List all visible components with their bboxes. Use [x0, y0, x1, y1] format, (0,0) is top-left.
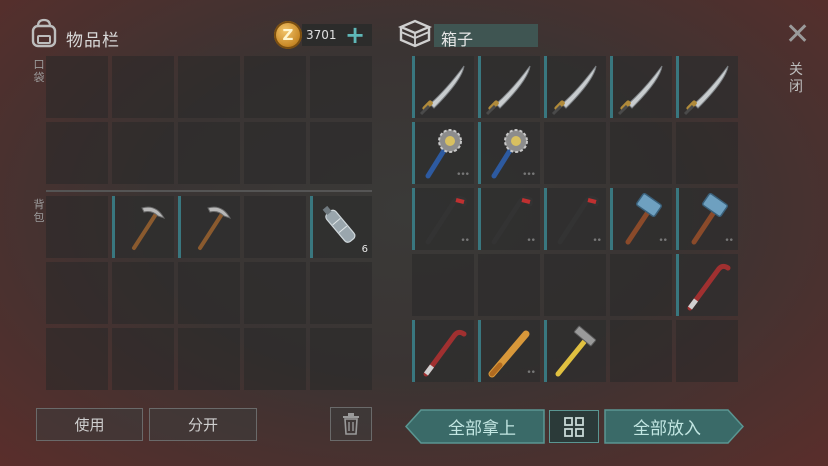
box-slot[interactable]: •• [412, 188, 474, 250]
backpack-slot[interactable] [46, 328, 108, 390]
durability-dots: ••• [522, 170, 536, 180]
backpack-slot[interactable]: 6 [310, 196, 372, 258]
split-button[interactable]: 分开 [149, 408, 257, 441]
box-slot[interactable] [610, 254, 672, 316]
box-slot[interactable]: •• [478, 188, 540, 250]
close-icon[interactable]: ✕ [785, 20, 810, 50]
durability-dots: •• [460, 236, 470, 246]
box-slot[interactable] [478, 254, 540, 316]
box-slot[interactable] [412, 320, 474, 382]
box-slot[interactable] [412, 254, 474, 316]
pickaxe-icon [198, 206, 232, 250]
box-slot[interactable]: •• [478, 320, 540, 382]
backpack-grid: 6 [46, 196, 372, 390]
backpack-slot[interactable] [46, 262, 108, 324]
box-slot[interactable] [676, 254, 738, 316]
backpack-icon [31, 18, 57, 48]
backpack-slot[interactable] [244, 196, 306, 258]
take-all-button[interactable]: 全部拿上 [420, 409, 544, 444]
box-slot[interactable] [676, 320, 738, 382]
box-slot[interactable]: ••• [478, 122, 540, 184]
backpack-slot[interactable] [310, 328, 372, 390]
box-slot[interactable]: ••• [412, 122, 474, 184]
coin-icon: Z [274, 21, 302, 49]
pocket-slot[interactable] [46, 122, 108, 184]
backpack-slot[interactable] [112, 196, 174, 258]
box-slot[interactable] [544, 320, 606, 382]
pocket-label: 口袋 [33, 58, 45, 84]
pocket-slot[interactable] [112, 122, 174, 184]
close-label[interactable]: 关闭 [788, 62, 804, 96]
pocket-grid [46, 56, 372, 184]
machete-icon [617, 65, 663, 116]
backpack-slot[interactable] [178, 262, 240, 324]
pocket-slot[interactable] [310, 122, 372, 184]
pocket-slot[interactable] [46, 56, 108, 118]
machete-icon [419, 65, 465, 116]
durability-dots: •• [526, 368, 536, 378]
box-slot[interactable] [676, 56, 738, 118]
durability-dots: •• [592, 236, 602, 246]
box-slot[interactable] [676, 122, 738, 184]
backpack-slot[interactable] [244, 328, 306, 390]
pocket-slot[interactable] [244, 122, 306, 184]
box-icon [398, 19, 432, 48]
grid-icon [564, 416, 584, 437]
box-slot[interactable] [478, 56, 540, 118]
use-button[interactable]: 使用 [36, 408, 143, 441]
machete-icon [551, 65, 597, 116]
pickaxe-icon [132, 206, 166, 250]
hammer-icon [555, 325, 597, 377]
box-slot[interactable] [544, 254, 606, 316]
machete-icon [485, 65, 531, 116]
backpack-slot[interactable] [112, 328, 174, 390]
put-all-button[interactable]: 全部放入 [605, 409, 729, 444]
pocket-slot[interactable] [244, 56, 306, 118]
durability-dots: •• [658, 236, 668, 246]
trash-button[interactable] [330, 407, 372, 441]
box-title: 箱子 [441, 30, 474, 49]
red-crowbar-icon [687, 263, 731, 311]
backpack-slot[interactable] [46, 196, 108, 258]
durability-dots: ••• [456, 170, 470, 180]
box-slot[interactable]: •• [544, 188, 606, 250]
backpack-slot[interactable] [310, 262, 372, 324]
add-coins-button[interactable]: + [345, 21, 365, 49]
box-slot[interactable]: •• [676, 188, 738, 250]
box-slot[interactable] [544, 122, 606, 184]
backpack-slot[interactable] [178, 196, 240, 258]
box-slot[interactable] [412, 56, 474, 118]
pocket-slot[interactable] [178, 56, 240, 118]
pocket-slot[interactable] [310, 56, 372, 118]
item-quantity: 6 [361, 244, 368, 255]
durability-dots: •• [526, 236, 536, 246]
section-divider [46, 190, 372, 192]
pocket-slot[interactable] [178, 122, 240, 184]
box-slot[interactable] [610, 122, 672, 184]
backpack-slot[interactable] [178, 328, 240, 390]
backpack-slot[interactable] [244, 262, 306, 324]
box-slot[interactable] [610, 320, 672, 382]
backpack-slot[interactable] [112, 262, 174, 324]
inventory-title: 物品栏 [66, 31, 120, 51]
sort-grid-button[interactable] [549, 410, 599, 443]
pocket-slot[interactable] [112, 56, 174, 118]
box-slot[interactable] [610, 56, 672, 118]
box-slot[interactable]: •• [610, 188, 672, 250]
machete-icon [683, 65, 729, 116]
box-grid: ••• ••• •• •• •• •• •• •• [412, 56, 738, 382]
box-slot[interactable] [544, 56, 606, 118]
durability-dots: •• [724, 236, 734, 246]
trash-icon [343, 413, 359, 435]
backpack-label: 背包 [33, 198, 45, 224]
red-crowbar-icon [423, 329, 467, 377]
